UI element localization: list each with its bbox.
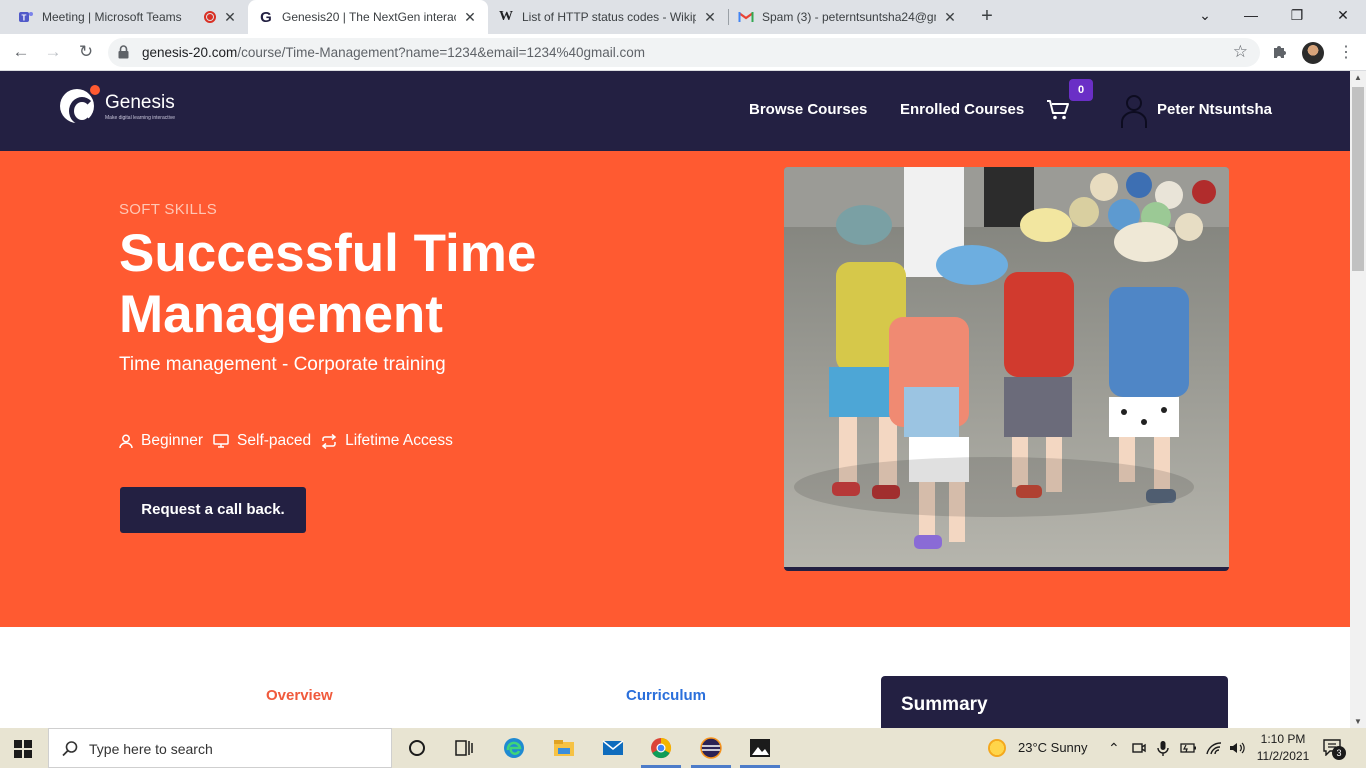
- volume-icon[interactable]: [1228, 740, 1246, 756]
- bookmark-star-icon[interactable]: ☆: [1233, 42, 1248, 62]
- lock-icon: [118, 45, 129, 59]
- photos-icon[interactable]: [748, 736, 772, 760]
- tab-search-chevron-icon[interactable]: ⌄: [1182, 0, 1228, 34]
- course-meta: Beginner Self-paced Lifetime Access: [119, 432, 463, 450]
- tab-overview[interactable]: Overview: [266, 687, 333, 704]
- cortana-icon[interactable]: [405, 736, 429, 760]
- eclipse-icon[interactable]: [699, 736, 723, 760]
- system-clock[interactable]: 1:10 PM 11/2/2021: [1252, 731, 1314, 765]
- tab-title: List of HTTP status codes - Wikip: [522, 10, 696, 24]
- course-category: SOFT SKILLS: [119, 201, 218, 218]
- file-explorer-icon[interactable]: [552, 736, 576, 760]
- teams-icon: T: [18, 9, 34, 25]
- logo-name: Genesis: [105, 92, 175, 113]
- genesis-g-icon: [60, 85, 100, 125]
- back-icon[interactable]: ←: [9, 40, 33, 64]
- weather-sun-icon[interactable]: [988, 739, 1006, 757]
- mail-icon[interactable]: [601, 736, 625, 760]
- meta-access: Lifetime Access: [321, 432, 453, 450]
- url-text: genesis-20.com/course/Time-Management?na…: [142, 45, 646, 60]
- browser-tab-strip: T Meeting | Microsoft Teams ✕ G Genesis2…: [0, 0, 1366, 34]
- genesis-icon: G: [260, 8, 272, 26]
- repeat-icon: [321, 433, 337, 449]
- address-bar[interactable]: genesis-20.com/course/Time-Management?na…: [108, 38, 1260, 67]
- tab-genesis[interactable]: G Genesis20 | The NextGen interact ✕: [248, 0, 488, 34]
- logo-tagline: Make digital learning interactive: [105, 115, 176, 121]
- search-icon: [62, 741, 78, 757]
- minimize-button[interactable]: —: [1228, 0, 1274, 34]
- forward-icon[interactable]: →: [41, 40, 65, 64]
- close-window-button[interactable]: ✕: [1320, 0, 1366, 34]
- profile-avatar[interactable]: [1302, 42, 1324, 64]
- extensions-puzzle-icon[interactable]: [1270, 42, 1290, 62]
- browser-toolbar: ← → ↻ genesis-20.com/course/Time-Managem…: [0, 34, 1366, 71]
- recording-icon: [204, 11, 216, 23]
- monitor-icon: [213, 434, 229, 448]
- meta-pace: Self-paced: [213, 432, 311, 450]
- svg-text:T: T: [22, 14, 27, 23]
- clock-time: 1:10 PM: [1260, 732, 1306, 746]
- enrolled-courses-link[interactable]: Enrolled Courses: [900, 101, 1024, 118]
- course-subtitle: Time management - Corporate training: [119, 354, 446, 375]
- close-icon[interactable]: ✕: [942, 9, 958, 26]
- meta-level: Beginner: [119, 432, 203, 450]
- search-placeholder: Type here to search: [89, 741, 213, 757]
- tab-curriculum[interactable]: Curriculum: [626, 687, 706, 704]
- restore-button[interactable]: ❐: [1274, 0, 1320, 34]
- tab-title: Genesis20 | The NextGen interact: [282, 10, 456, 24]
- summary-panel: Summary: [881, 676, 1228, 736]
- user-icon[interactable]: [1120, 93, 1148, 129]
- scroll-down-arrow[interactable]: ▼: [1354, 717, 1362, 726]
- user-name[interactable]: Peter Ntsuntsha: [1157, 101, 1272, 118]
- summary-title: Summary: [901, 694, 988, 715]
- close-icon[interactable]: ✕: [702, 9, 718, 26]
- chrome-icon[interactable]: [649, 736, 673, 760]
- meet-now-icon[interactable]: [1131, 740, 1147, 756]
- notification-count-badge: 3: [1332, 746, 1346, 760]
- tray-chevron-icon[interactable]: ⌃: [1108, 740, 1120, 757]
- windows-start-icon[interactable]: [14, 740, 32, 758]
- microphone-icon[interactable]: [1156, 740, 1170, 756]
- gmail-icon: [738, 9, 754, 25]
- tab-gmail[interactable]: Spam (3) - peterntsuntsha24@gm ✕: [728, 0, 968, 34]
- wikipedia-icon: W: [499, 9, 513, 24]
- course-hero-image: [784, 167, 1229, 571]
- tab-wikipedia[interactable]: W List of HTTP status codes - Wikip ✕: [488, 0, 728, 34]
- meta-access-label: Lifetime Access: [345, 432, 453, 449]
- reload-icon[interactable]: ↻: [74, 40, 98, 64]
- close-icon[interactable]: ✕: [462, 9, 478, 26]
- wifi-icon[interactable]: [1205, 740, 1223, 756]
- edge-icon[interactable]: [502, 736, 526, 760]
- task-view-icon[interactable]: [452, 736, 476, 760]
- user-level-icon: [119, 434, 133, 448]
- site-navbar: Genesis Make digital learning interactiv…: [0, 71, 1350, 151]
- scrollbar-thumb[interactable]: [1352, 87, 1364, 271]
- page-scrollbar[interactable]: ▲ ▼: [1350, 71, 1366, 728]
- meta-level-label: Beginner: [141, 432, 204, 449]
- scroll-up-arrow[interactable]: ▲: [1354, 73, 1362, 82]
- cart-icon[interactable]: [1046, 99, 1070, 121]
- tab-title: Meeting | Microsoft Teams: [42, 10, 182, 24]
- children-walking-photo: [784, 167, 1229, 567]
- meta-pace-label: Self-paced: [237, 432, 312, 449]
- weather-text[interactable]: 23°C Sunny: [1018, 740, 1088, 755]
- new-tab-button[interactable]: +: [976, 5, 998, 27]
- battery-icon[interactable]: [1180, 740, 1198, 756]
- tab-title: Spam (3) - peterntsuntsha24@gm: [762, 10, 936, 24]
- notifications-button[interactable]: 3: [1322, 738, 1346, 760]
- genesis-logo[interactable]: Genesis Make digital learning interactiv…: [60, 85, 190, 127]
- course-title: Successful Time Management: [119, 224, 537, 344]
- menu-kebab-icon[interactable]: ⋮: [1338, 42, 1354, 62]
- browse-courses-link[interactable]: Browse Courses: [749, 101, 867, 118]
- close-icon[interactable]: ✕: [222, 9, 238, 26]
- cart-count-badge: 0: [1069, 79, 1093, 101]
- clock-date: 11/2/2021: [1256, 749, 1310, 763]
- windows-taskbar: Type here to search 23°C Sunny ⌃ 1:10 PM…: [0, 728, 1366, 768]
- course-hero: SOFT SKILLS Successful Time Management T…: [0, 151, 1350, 627]
- request-callback-button[interactable]: Request a call back.: [120, 487, 306, 533]
- taskbar-search-box[interactable]: Type here to search: [48, 728, 392, 768]
- tab-teams[interactable]: T Meeting | Microsoft Teams ✕: [8, 0, 248, 34]
